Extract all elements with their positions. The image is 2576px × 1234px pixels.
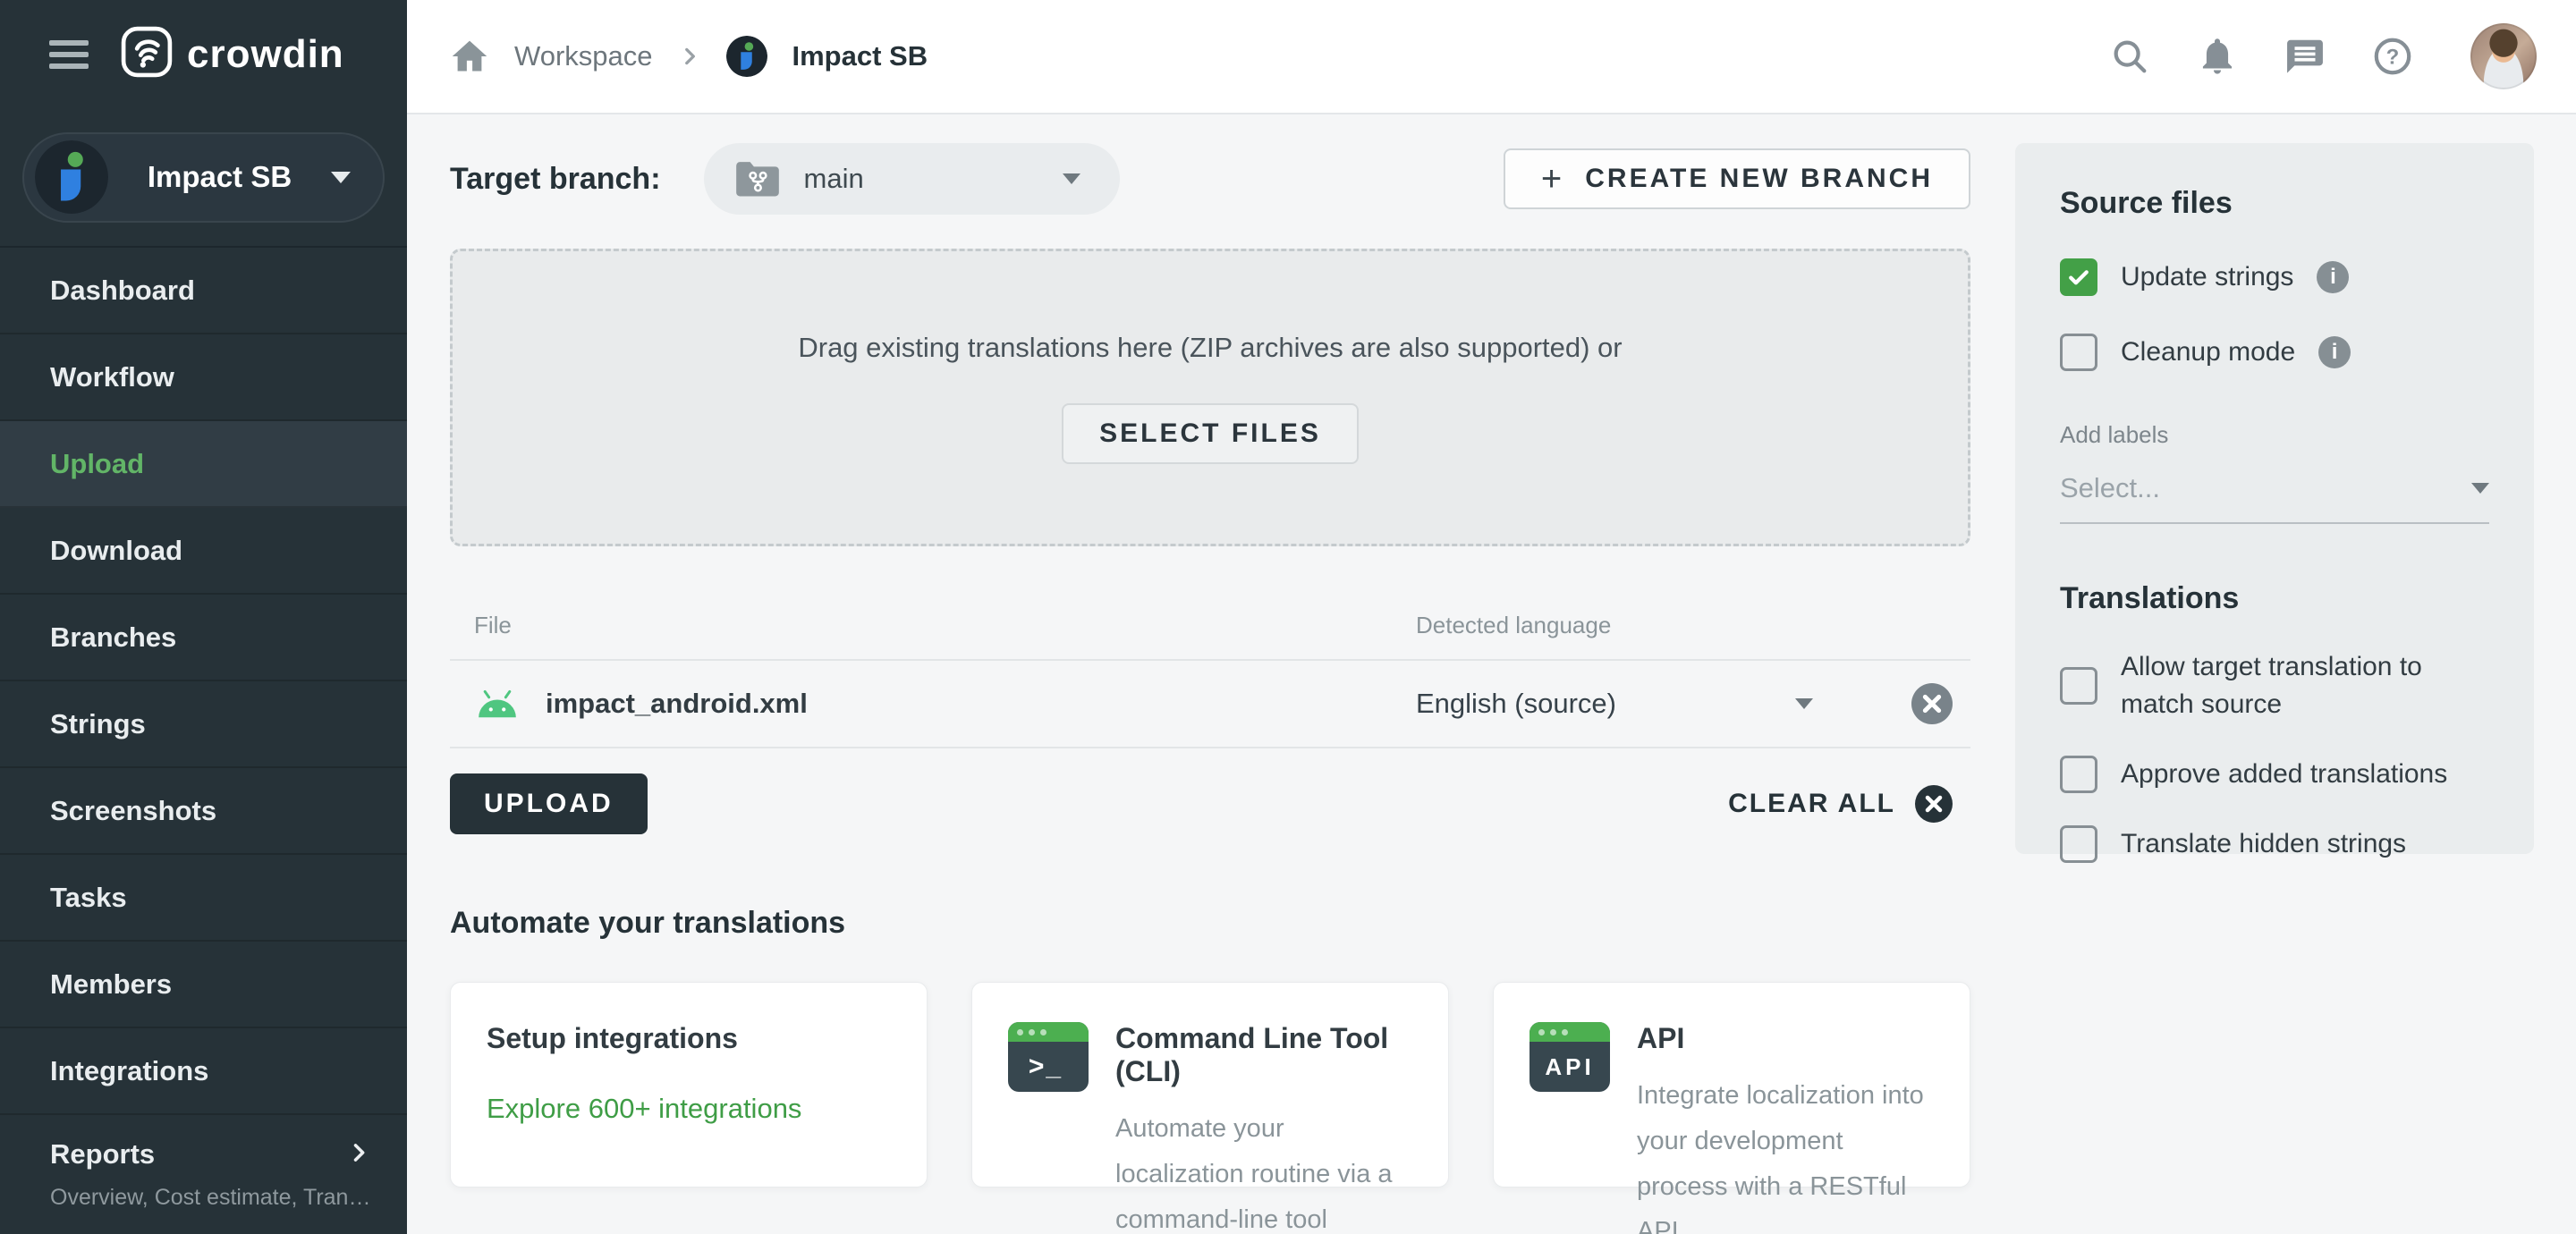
sidebar-item-upload[interactable]: Upload (0, 421, 407, 508)
reports-subtitle: Overview, Cost estimate, Transl… (50, 1185, 371, 1210)
breadcrumb: Workspace Impact SB (450, 36, 928, 77)
card-cli[interactable]: >_ Command Line Tool (CLI) Automate your… (971, 982, 1449, 1234)
search-icon[interactable] (2109, 36, 2150, 77)
detected-language-select[interactable]: English (source) (1416, 688, 1911, 720)
info-icon[interactable] (2317, 261, 2350, 293)
sidebar-header: crowdin (0, 0, 407, 109)
select-files-button[interactable]: SELECT FILES (1062, 402, 1359, 464)
breadcrumb-project[interactable]: Impact SB (792, 40, 928, 72)
svg-text:?: ? (2386, 45, 2400, 69)
chevron-right-icon (678, 45, 701, 68)
project-selector-label: Impact SB (147, 160, 292, 194)
crowdin-logo[interactable]: crowdin (121, 26, 344, 82)
option-update-strings: Update strings (2060, 258, 2489, 296)
sidebar-item-members[interactable]: Members (0, 942, 407, 1028)
automation-cards: Setup integrations Explore 600+ integrat… (450, 982, 1970, 1234)
sidebar-item-screenshots[interactable]: Screenshots (0, 768, 407, 855)
sidebar-nav: Dashboard Workflow Upload Download Branc… (0, 248, 407, 1234)
sidebar-item-branches[interactable]: Branches (0, 595, 407, 681)
topbar-actions: ? (2109, 23, 2537, 89)
remove-file-button[interactable] (1911, 683, 1953, 724)
sidebar-item-strings[interactable]: Strings (0, 681, 407, 768)
cleanup-mode-checkbox[interactable] (2060, 334, 2097, 371)
option-translate-hidden-strings: Translate hidden strings (2060, 825, 2489, 863)
update-strings-checkbox[interactable] (2060, 258, 2097, 296)
crowdin-upload-page: crowdin Impact SB Dashboard Workflow Upl… (0, 0, 2576, 1234)
home-icon[interactable] (450, 37, 489, 76)
breadcrumb-workspace[interactable]: Workspace (514, 40, 653, 72)
main-area: Workspace Impact SB ? Target branch: mai… (407, 0, 2576, 1234)
branch-select-value: main (803, 163, 864, 194)
approve-added-checkbox[interactable] (2060, 756, 2097, 793)
clear-all-button[interactable]: CLEAR ALL (1728, 785, 1953, 823)
notifications-bell-icon[interactable] (2197, 36, 2238, 77)
messages-icon[interactable] (2284, 36, 2326, 77)
clear-all-x-icon (1915, 785, 1953, 823)
card-api[interactable]: API API Integrate localization into your… (1493, 982, 1970, 1234)
table-row: impact_android.xml English (source) (450, 661, 1970, 748)
translate-hidden-checkbox[interactable] (2060, 825, 2097, 863)
sidebar-item-workflow[interactable]: Workflow (0, 334, 407, 421)
chevron-down-icon (1795, 698, 1813, 709)
add-labels-label: Add labels (2060, 421, 2169, 448)
file-cell: impact_android.xml (474, 688, 1416, 720)
file-name: impact_android.xml (546, 688, 808, 719)
upload-button[interactable]: UPLOAD (450, 773, 648, 834)
content: Target branch: main + CREATE NEW BRANCH (407, 114, 2576, 1234)
translations-heading: Translations (2060, 581, 2240, 615)
upload-main-column: Target branch: main + CREATE NEW BRANCH (450, 143, 1970, 1234)
help-icon[interactable]: ? (2372, 36, 2413, 77)
target-branch-row: Target branch: main + CREATE NEW BRANCH (450, 143, 1970, 215)
sidebar-item-reports[interactable]: Reports Overview, Cost estimate, Transl… (0, 1115, 407, 1234)
file-dropzone[interactable]: Drag existing translations here (ZIP arc… (450, 249, 1970, 546)
user-avatar[interactable] (2470, 23, 2537, 89)
upload-actions-row: UPLOAD CLEAR ALL (450, 773, 1970, 834)
labels-select[interactable]: Select... (2060, 472, 2489, 524)
api-icon: API (1530, 1022, 1610, 1092)
sidebar-item-integrations[interactable]: Integrations (0, 1028, 407, 1115)
crowdin-logo-icon (121, 26, 173, 82)
chevron-down-icon (1062, 173, 1080, 184)
hamburger-menu-icon[interactable] (49, 39, 89, 69)
branch-folder-icon (734, 159, 781, 199)
plus-icon: + (1540, 159, 1563, 199)
chevron-down-icon (2471, 483, 2489, 494)
crowdin-wordmark: crowdin (187, 31, 344, 76)
target-branch-label: Target branch: (450, 161, 661, 196)
create-new-branch-button[interactable]: + CREATE NEW BRANCH (1503, 148, 1970, 209)
chevron-right-icon (346, 1140, 371, 1170)
card-setup-integrations[interactable]: Setup integrations Explore 600+ integrat… (450, 982, 928, 1188)
column-header-detected-language: Detected language (1416, 611, 1612, 638)
sidebar-item-download[interactable]: Download (0, 508, 407, 595)
allow-target-match-checkbox[interactable] (2060, 667, 2097, 705)
dropzone-hint: Drag existing translations here (ZIP arc… (798, 331, 1623, 363)
sidebar-item-dashboard[interactable]: Dashboard (0, 248, 407, 334)
chevron-down-icon (331, 171, 351, 183)
project-avatar (35, 140, 108, 215)
info-icon[interactable] (2318, 336, 2351, 368)
terminal-icon: >_ (1008, 1022, 1089, 1092)
sidebar-item-tasks[interactable]: Tasks (0, 855, 407, 942)
option-cleanup-mode: Cleanup mode (2060, 334, 2489, 371)
source-files-heading: Source files (2060, 186, 2233, 220)
android-icon (474, 689, 521, 719)
explore-integrations-link[interactable]: Explore 600+ integrations (487, 1093, 891, 1125)
project-selector[interactable]: Impact SB (22, 131, 385, 223)
option-approve-added-translations: Approve added translations (2060, 756, 2489, 793)
branch-select[interactable]: main (703, 143, 1120, 215)
project-avatar (725, 36, 767, 77)
uploaded-files-table: File Detected language impact_android.xm… (450, 591, 1970, 748)
sidebar: crowdin Impact SB Dashboard Workflow Upl… (0, 0, 407, 1234)
option-allow-target-match-source: Allow target translation to match source (2060, 648, 2489, 723)
topbar: Workspace Impact SB ? (407, 0, 2576, 114)
upload-settings-panel: Source files Update strings Cleanup mode (2015, 143, 2534, 863)
automate-heading: Automate your translations (450, 906, 846, 940)
column-header-file: File (474, 611, 512, 638)
table-header: File Detected language (450, 591, 1970, 661)
